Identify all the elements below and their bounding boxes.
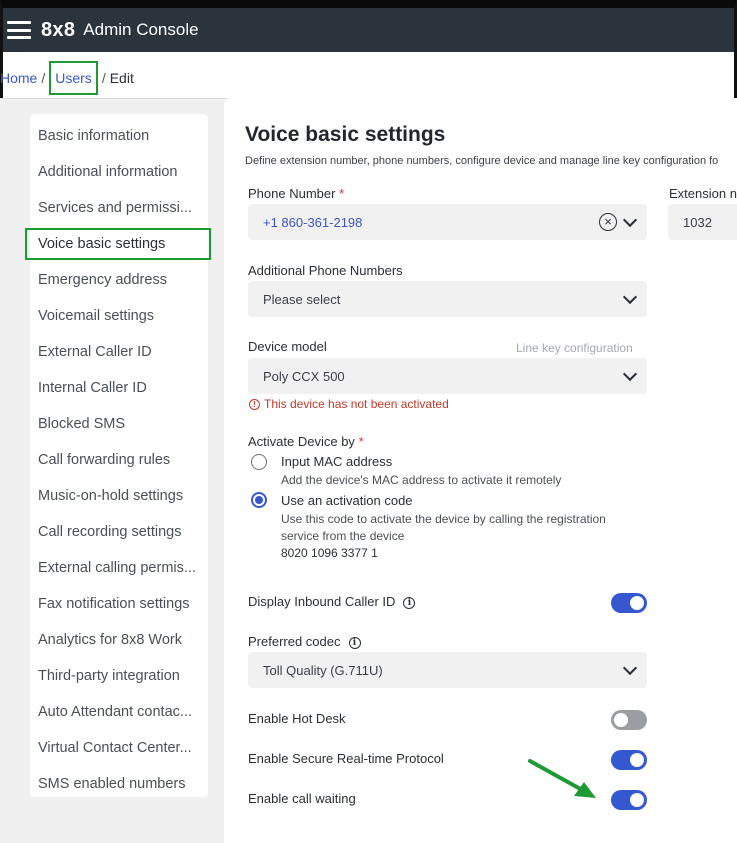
extension-field[interactable]: 1032 xyxy=(668,204,737,240)
activation-code-value: 8020 1096 3377 1 xyxy=(281,546,378,560)
sidebar-item-sms-enabled-numbers[interactable]: SMS enabled numbers xyxy=(30,766,208,802)
hot-desk-toggle[interactable] xyxy=(611,710,647,730)
call-waiting-label: Enable call waiting xyxy=(248,791,356,806)
sidebar-item-internal-caller-id[interactable]: Internal Caller ID xyxy=(30,370,208,406)
sidebar-item-voicemail-settings[interactable]: Voicemail settings xyxy=(30,298,208,334)
line-key-configuration-link[interactable]: Line key configuration xyxy=(516,341,633,355)
page-title: Voice basic settings xyxy=(245,123,446,146)
chevron-down-icon xyxy=(622,289,638,305)
phone-number-label: Phone Number * xyxy=(248,186,345,201)
sidebar-item-call-forwarding-rules[interactable]: Call forwarding rules xyxy=(30,442,208,478)
phone-number-value: +1 860-361-2198 xyxy=(263,214,363,230)
sidebar-item-external-caller-id[interactable]: External Caller ID xyxy=(30,334,208,370)
sidebar-item-music-on-hold[interactable]: Music-on-hold settings xyxy=(30,478,208,514)
sidebar-item-basic-information[interactable]: Basic information xyxy=(30,118,208,154)
device-model-value: Poly CCX 500 xyxy=(263,368,345,384)
top-bar: 8x8 Admin Console xyxy=(3,8,734,52)
activate-device-label: Activate Device by * xyxy=(248,434,364,449)
breadcrumb-users[interactable]: Users xyxy=(55,70,92,86)
radio-activation-code-help: Use this code to activate the device by … xyxy=(281,512,606,543)
sidebar-item-auto-attendant[interactable]: Auto Attendant contac... xyxy=(30,694,208,730)
device-model-select[interactable]: Poly CCX 500 xyxy=(248,358,647,394)
chevron-down-icon xyxy=(622,366,638,382)
preferred-codec-select[interactable]: Toll Quality (G.711U) xyxy=(248,652,647,688)
breadcrumb-users-highlight: Users xyxy=(49,61,98,95)
sidebar-item-voice-basic-settings[interactable]: Voice basic settings xyxy=(25,228,211,260)
sidebar-item-call-recording[interactable]: Call recording settings xyxy=(30,514,208,550)
clear-icon[interactable]: × xyxy=(599,213,617,231)
hamburger-menu-icon[interactable] xyxy=(7,21,31,39)
app-title: Admin Console xyxy=(83,20,199,39)
radio-activation-code[interactable] xyxy=(251,492,267,508)
sidebar-item-additional-information[interactable]: Additional information xyxy=(30,154,208,190)
display-inbound-caller-id-label: Display Inbound Caller ID i xyxy=(248,594,416,609)
breadcrumb-separator: / xyxy=(101,70,106,86)
annotation-arrow-icon xyxy=(528,759,596,798)
extension-value: 1032 xyxy=(683,214,712,230)
phone-number-select[interactable]: +1 860-361-2198 × xyxy=(248,204,647,240)
radio-mac-address[interactable] xyxy=(251,454,267,470)
srtp-label: Enable Secure Real-time Protocol xyxy=(248,751,444,766)
device-error-text: This device has not been activated xyxy=(264,397,449,411)
device-model-label: Device model xyxy=(248,339,327,354)
radio-activation-code-label: Use an activation code xyxy=(281,493,413,508)
sidebar-item-emergency-address[interactable]: Emergency address xyxy=(30,262,208,298)
logo: 8x8 xyxy=(41,18,76,41)
chevron-down-icon xyxy=(622,212,638,228)
info-icon[interactable]: i xyxy=(403,597,416,609)
srtp-toggle[interactable] xyxy=(611,750,647,770)
device-error-message: ! This device has not been activated xyxy=(249,397,449,411)
radio-mac-address-help: Add the device's MAC address to activate… xyxy=(281,473,562,487)
error-icon: ! xyxy=(249,398,260,410)
sidebar-item-external-calling-permissions[interactable]: External calling permis... xyxy=(30,550,208,586)
info-icon[interactable]: i xyxy=(348,637,361,649)
breadcrumb-separator: / xyxy=(41,70,46,86)
hot-desk-label: Enable Hot Desk xyxy=(248,711,346,726)
radio-mac-address-label: Input MAC address xyxy=(281,454,393,469)
sidebar-item-third-party-integration[interactable]: Third-party integration xyxy=(30,658,208,694)
extension-label: Extension n xyxy=(669,186,737,201)
breadcrumb: Home / Users / Edit xyxy=(0,61,134,95)
page-subtitle: Define extension number, phone numbers, … xyxy=(245,155,719,167)
breadcrumb-current: Edit xyxy=(109,70,134,86)
sidebar-item-fax-notification[interactable]: Fax notification settings xyxy=(30,586,208,622)
preferred-codec-value: Toll Quality (G.711U) xyxy=(263,662,383,678)
sidebar-item-analytics[interactable]: Analytics for 8x8 Work xyxy=(30,622,208,658)
settings-sidebar: Basic information Additional information… xyxy=(25,114,211,797)
additional-phones-label: Additional Phone Numbers xyxy=(248,263,403,278)
sidebar-item-blocked-sms[interactable]: Blocked SMS xyxy=(30,406,208,442)
display-inbound-caller-id-toggle[interactable] xyxy=(611,593,647,613)
preferred-codec-label: Preferred codec i xyxy=(248,634,361,649)
additional-phones-placeholder: Please select xyxy=(263,291,341,307)
call-waiting-toggle[interactable] xyxy=(611,790,647,810)
chevron-down-icon xyxy=(622,660,638,676)
sidebar-item-virtual-contact-center[interactable]: Virtual Contact Center... xyxy=(30,730,208,766)
breadcrumb-home[interactable]: Home xyxy=(0,70,37,86)
sidebar-item-services-permissions[interactable]: Services and permissi... xyxy=(30,190,208,226)
additional-phones-select[interactable]: Please select xyxy=(248,281,647,317)
